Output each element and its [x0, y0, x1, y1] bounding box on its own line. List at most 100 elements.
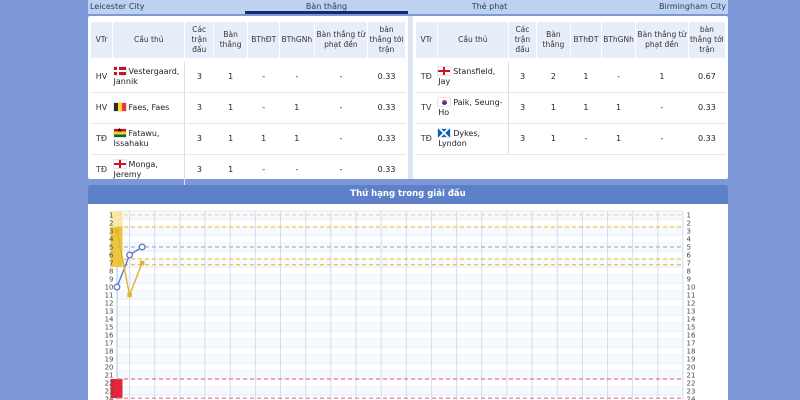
team-tab-right[interactable]: Birmingham City	[571, 0, 728, 14]
position-cell: HV	[91, 60, 113, 93]
svg-text:4: 4	[687, 236, 692, 244]
position-cell: TĐ	[91, 124, 113, 155]
player-row: TVPaik, Seung-Ho3111-0.33	[416, 93, 726, 124]
stat-cell: 0.67	[688, 60, 725, 93]
stat-cell: 1	[536, 124, 570, 155]
flag-be-icon	[114, 103, 126, 111]
player-name-cell: Paik, Seung-Ho	[437, 93, 508, 124]
svg-text:16: 16	[687, 332, 696, 340]
flag-en-icon	[438, 67, 450, 75]
player-name-cell: Monga, Jeremy	[113, 155, 185, 186]
stat-cell: 3	[185, 124, 213, 155]
stats-table-left-container: VTrCầu thủCác trận đấuBàn thắngBThĐTBThG…	[88, 16, 408, 179]
svg-text:2: 2	[687, 220, 691, 228]
stat-cell: -	[314, 124, 368, 155]
stat-cell: 1	[213, 155, 248, 186]
stat-cell: 1	[213, 60, 248, 93]
svg-text:18: 18	[105, 348, 114, 356]
svg-text:7: 7	[687, 260, 691, 268]
svg-text:19: 19	[105, 356, 114, 364]
player-name-cell: Faes, Faes	[113, 93, 185, 124]
svg-text:24: 24	[687, 396, 696, 400]
svg-text:5: 5	[109, 244, 113, 252]
stat-cell: -	[636, 93, 689, 124]
svg-text:20: 20	[105, 364, 114, 372]
stat-cell: 3	[185, 60, 213, 93]
svg-text:21: 21	[105, 372, 114, 380]
stat-cell: -	[279, 60, 314, 93]
stat-cell: 1	[601, 124, 635, 155]
column-header: BThĐT	[570, 22, 601, 61]
stat-cell: 3	[185, 93, 213, 124]
stat-cell: 3	[508, 60, 536, 93]
flag-kr-icon	[438, 98, 450, 106]
svg-text:6: 6	[687, 252, 692, 260]
svg-text:3: 3	[109, 228, 113, 236]
player-name: Faes, Faes	[129, 103, 170, 112]
svg-text:1: 1	[109, 212, 113, 220]
svg-text:20: 20	[687, 364, 696, 372]
svg-text:11: 11	[105, 292, 114, 300]
tab-goals[interactable]: Bàn thắng	[245, 0, 408, 14]
ranking-chart-svg: 1122334455667788991010111112121313141415…	[88, 204, 728, 400]
page-background: { "topbar": { "team_left": "Leicester Ci…	[0, 0, 800, 400]
svg-text:14: 14	[687, 316, 696, 324]
flag-gh-icon	[114, 129, 126, 137]
stat-cell: 0.33	[368, 124, 406, 155]
column-header: Các trận đấu	[508, 22, 536, 61]
column-header: Cầu thủ	[113, 22, 185, 61]
player-row: TĐStansfield, Jay321-10.67	[416, 60, 726, 93]
svg-text:9: 9	[687, 276, 691, 284]
stat-cell: 3	[508, 124, 536, 155]
svg-text:13: 13	[105, 308, 114, 316]
svg-text:8: 8	[687, 268, 691, 276]
svg-text:22: 22	[105, 380, 114, 388]
svg-text:6: 6	[109, 252, 114, 260]
column-header: BThGNh	[601, 22, 635, 61]
position-cell: TĐ	[91, 155, 113, 186]
svg-text:14: 14	[105, 316, 114, 324]
player-name-cell: Fatawu, Issahaku	[113, 124, 185, 155]
svg-text:9: 9	[109, 276, 113, 284]
svg-text:17: 17	[105, 340, 114, 348]
stat-cell: -	[248, 60, 280, 93]
column-header: Cầu thủ	[437, 22, 508, 61]
svg-text:21: 21	[687, 372, 696, 380]
svg-text:13: 13	[687, 308, 696, 316]
player-name-cell: Dykes, Lyndon	[437, 124, 508, 155]
svg-text:16: 16	[105, 332, 114, 340]
tab-cards[interactable]: Thẻ phạt	[408, 0, 571, 14]
column-header: Các trận đấu	[185, 22, 213, 61]
flag-dk-icon	[114, 67, 126, 75]
stat-cell: 0.33	[368, 60, 406, 93]
team-tab-left[interactable]: Leicester City	[88, 0, 245, 14]
svg-text:10: 10	[687, 284, 696, 292]
svg-text:4: 4	[109, 236, 114, 244]
stats-table-right-container: VTrCầu thủCác trận đấuBàn thắngBThĐTBThG…	[408, 16, 728, 179]
player-row: HVFaes, Faes31-1-0.33	[91, 93, 406, 124]
svg-text:22: 22	[687, 380, 696, 388]
position-cell: TV	[416, 93, 438, 124]
stat-cell: -	[314, 60, 368, 93]
svg-text:23: 23	[687, 388, 696, 396]
svg-text:11: 11	[687, 292, 696, 300]
column-header: VTr	[416, 22, 438, 61]
column-header: BThGNh	[279, 22, 314, 61]
column-header: BThĐT	[248, 22, 280, 61]
team-stats-tab-bar: Leicester City Bàn thắng Thẻ phạt Birmin…	[88, 0, 728, 14]
stat-cell: 0.33	[688, 124, 725, 155]
stat-cell: 1	[213, 93, 248, 124]
stat-cell: 2	[536, 60, 570, 93]
column-header: VTr	[91, 22, 113, 61]
player-stats-panel: VTrCầu thủCác trận đấuBàn thắngBThĐTBThG…	[88, 16, 728, 179]
svg-text:23: 23	[105, 388, 114, 396]
svg-text:8: 8	[109, 268, 113, 276]
stat-cell: 1	[570, 93, 601, 124]
stat-cell: -	[248, 93, 280, 124]
stat-cell: 1	[536, 93, 570, 124]
stat-cell: -	[314, 93, 368, 124]
svg-text:15: 15	[105, 324, 114, 332]
stat-cell: 1	[248, 124, 280, 155]
position-cell: HV	[91, 93, 113, 124]
svg-text:3: 3	[687, 228, 691, 236]
